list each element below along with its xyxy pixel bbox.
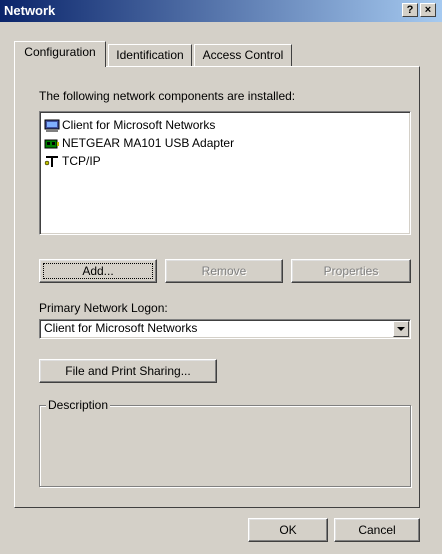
protocol-icon — [44, 155, 60, 169]
installed-components-label: The following network components are ins… — [39, 89, 296, 103]
ok-button-label: OK — [279, 523, 297, 537]
file-print-sharing-label: File and Print Sharing... — [65, 364, 191, 378]
remove-button-label: Remove — [201, 264, 247, 278]
primary-logon-label: Primary Network Logon: — [39, 301, 168, 315]
cancel-button[interactable]: Cancel — [334, 518, 420, 542]
remove-button[interactable]: Remove — [165, 259, 283, 283]
description-label: Description — [46, 398, 111, 412]
chevron-down-icon[interactable] — [393, 321, 409, 337]
list-item-label: TCP/IP — [62, 154, 101, 168]
network-dialog: Network ? × Configuration Identification… — [0, 0, 442, 554]
tab-configuration-label: Configuration — [24, 45, 96, 59]
list-item[interactable]: TCP/IP — [44, 153, 101, 169]
primary-logon-select[interactable]: Client for Microsoft Networks — [39, 319, 411, 339]
primary-logon-value: Client for Microsoft Networks — [44, 321, 198, 335]
tab-identification[interactable]: Identification — [108, 44, 192, 66]
add-button-label: Add... — [82, 264, 114, 278]
help-button[interactable]: ? — [402, 3, 418, 17]
cancel-button-label: Cancel — [358, 523, 396, 537]
tab-access-control[interactable]: Access Control — [194, 44, 292, 66]
client-network-icon — [44, 119, 60, 133]
ok-button[interactable]: OK — [248, 518, 328, 542]
tab-identification-label: Identification — [116, 48, 184, 62]
components-list[interactable]: Client for Microsoft Networks NETGEAR MA… — [39, 111, 411, 235]
properties-button-label: Properties — [323, 264, 379, 278]
tab-access-control-label: Access Control — [202, 48, 284, 62]
configuration-panel: The following network components are ins… — [14, 66, 420, 508]
list-item[interactable]: Client for Microsoft Networks — [44, 117, 215, 133]
file-print-sharing-button[interactable]: File and Print Sharing... — [39, 359, 217, 383]
list-item-label: NETGEAR MA101 USB Adapter — [62, 136, 235, 150]
list-item-label: Client for Microsoft Networks — [62, 118, 216, 132]
network-adapter-icon — [44, 137, 60, 151]
close-button[interactable]: × — [420, 3, 436, 17]
title-bar[interactable]: Network ? × — [0, 0, 442, 22]
properties-button[interactable]: Properties — [291, 259, 411, 283]
tab-configuration[interactable]: Configuration — [14, 41, 106, 67]
list-item[interactable]: NETGEAR MA101 USB Adapter — [44, 135, 234, 151]
add-button[interactable]: Add... — [39, 259, 157, 283]
description-group: Description — [39, 398, 411, 487]
window-title: Network — [4, 3, 56, 18]
